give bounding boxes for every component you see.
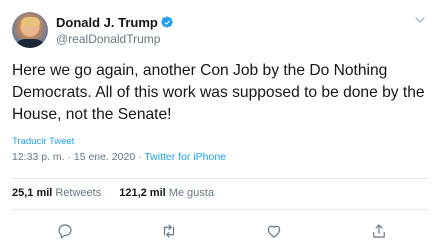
author-name[interactable]: Donald J. Trump: [56, 15, 158, 30]
tweet-actions: [0, 220, 440, 244]
reply-icon: [58, 224, 72, 239]
tweet-text: Here we go again, another Con Job by the…: [12, 62, 425, 123]
like-button[interactable]: [265, 222, 283, 240]
translate-tweet-link[interactable]: Traducir Tweet: [12, 136, 74, 147]
retweets-stat[interactable]: 25,1 mil Retweets: [12, 187, 101, 199]
tweet-source[interactable]: Twitter for iPhone: [144, 151, 226, 163]
divider: [12, 178, 428, 179]
avatar[interactable]: [12, 12, 48, 48]
tweet-timestamp[interactable]: 12:33 p. m. · 15 ene. 2020 ·: [12, 151, 144, 163]
reply-button[interactable]: [56, 222, 74, 240]
divider: [12, 209, 428, 210]
author-name-row[interactable]: Donald J. Trump: [56, 15, 174, 30]
verified-badge-icon: [161, 16, 173, 28]
author-handle[interactable]: @realDonaldTrump: [56, 32, 160, 46]
chevron-down-icon[interactable]: [414, 14, 426, 26]
retweet-button[interactable]: [160, 222, 178, 240]
heart-icon: [267, 225, 281, 238]
tweet-meta: 12:33 p. m. · 15 ene. 2020 · Twitter for…: [12, 151, 226, 163]
share-icon: [373, 224, 385, 238]
share-button[interactable]: [370, 222, 388, 240]
tweet-stats: 25,1 mil Retweets 121,2 mil Me gusta: [12, 187, 232, 199]
retweets-count: 25,1 mil: [12, 187, 53, 199]
retweet-icon: [163, 224, 175, 238]
avatar-hair: [21, 17, 40, 26]
retweets-label: Retweets: [55, 187, 102, 199]
avatar-suit: [15, 39, 45, 48]
likes-stat[interactable]: 121,2 mil Me gusta: [119, 187, 214, 199]
likes-count: 121,2 mil: [119, 187, 166, 199]
likes-label: Me gusta: [168, 187, 214, 199]
